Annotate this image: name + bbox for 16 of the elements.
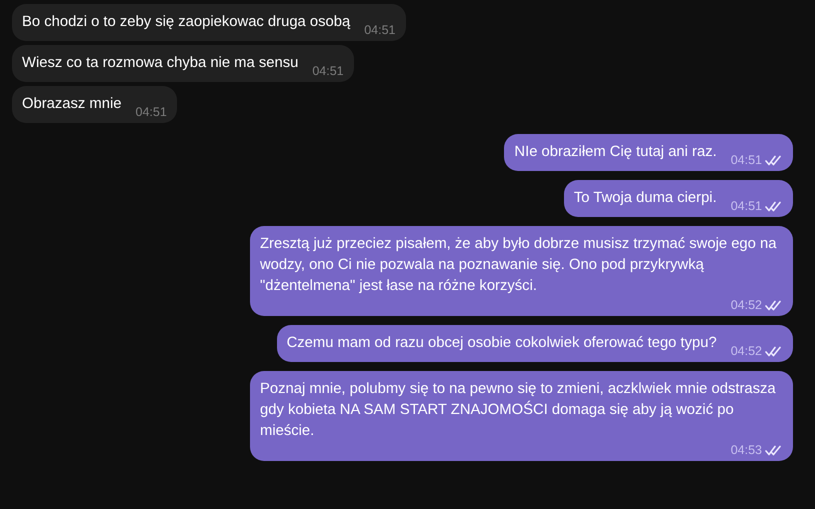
message-time: 04:51 — [312, 63, 344, 79]
message-time: 04:51 — [730, 152, 762, 168]
message-time: 04:52 — [730, 297, 762, 313]
message-time: 04:52 — [730, 343, 762, 359]
message-text: Zresztą już przeciez pisałem, że aby było dobrze musisz trzymać swoje ego na wodzy, ono Ci nie pozwala na poznawanie się. Ono pod przykrywką "dżentelmena" jest łase na różne korzyści. — [260, 235, 778, 296]
message-text: To Twoja duma cierpi. — [574, 189, 717, 208]
message-time: 04:51 — [730, 198, 762, 214]
message-text: Czemu mam od razu obcej osobie cokolwiek oferować tego typu? — [286, 334, 717, 353]
message-time: 04:51 — [364, 22, 396, 38]
message-text: Poznaj mnie, polubmy się to na pewno się to zmieni, aczklwiek mnie odstrasza gdy kobieta NA SAM START ZNAJOMOŚCI domaga się aby ją wozić po mieście. — [260, 380, 777, 441]
message-time: 04:51 — [136, 104, 167, 120]
message-text: NIe obraziłem Cię tutaj ani raz. — [514, 143, 717, 162]
message-text: Wiesz co ta rozmowa chyba nie ma sensu — [22, 54, 298, 73]
message-text: Obrazasz mnie — [22, 95, 122, 114]
message-time: 04:53 — [730, 442, 762, 458]
message-text: Bo chodzi o to zeby się zaopiekowac druga osobą — [22, 13, 350, 32]
